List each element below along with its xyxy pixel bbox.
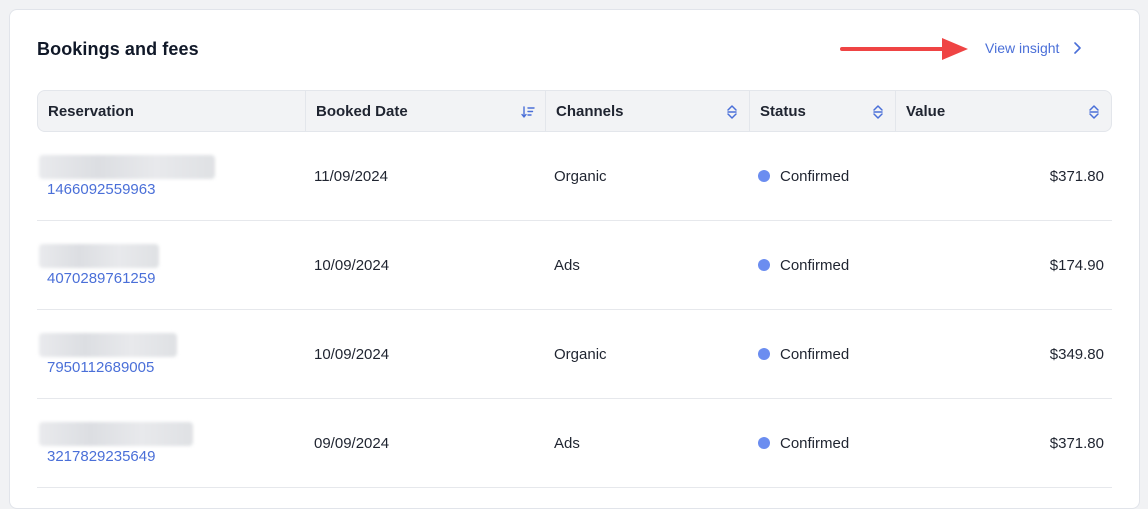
sort-descending-icon[interactable] bbox=[521, 104, 535, 120]
status-label: Confirmed bbox=[780, 256, 850, 274]
column-header-channels[interactable]: Channels bbox=[545, 91, 749, 131]
view-insight-label: View insight bbox=[985, 40, 1060, 56]
table-row[interactable]: 3217829235649 09/09/2024 Ads Confirmed $… bbox=[37, 399, 1112, 488]
status-dot-icon bbox=[758, 437, 770, 449]
status-cell: Confirmed bbox=[748, 132, 894, 220]
value-cell: $174.90 bbox=[1049, 256, 1104, 274]
status-label: Confirmed bbox=[780, 434, 850, 452]
bookings-card: Bookings and fees View insight Reservati… bbox=[9, 9, 1140, 509]
reservation-id-link[interactable]: 1466092559963 bbox=[47, 181, 155, 198]
chevron-right-icon bbox=[1074, 42, 1082, 54]
table-row[interactable]: 7950112689005 10/09/2024 Organic Confirm… bbox=[37, 310, 1112, 399]
status-label: Confirmed bbox=[780, 167, 850, 185]
bookings-table: Reservation Booked Date Channels Status … bbox=[37, 90, 1112, 488]
channel-cell: Ads bbox=[554, 256, 580, 274]
status-cell: Confirmed bbox=[748, 310, 894, 398]
channel-cell: Organic bbox=[554, 345, 607, 363]
status-dot-icon bbox=[758, 348, 770, 360]
value-cell: $371.80 bbox=[1049, 434, 1104, 452]
value-cell: $371.80 bbox=[1049, 167, 1104, 185]
blurred-guest-name bbox=[39, 243, 159, 268]
sort-updown-icon[interactable] bbox=[1087, 104, 1101, 120]
reservation-cell: 1466092559963 bbox=[37, 132, 304, 220]
blurred-guest-name bbox=[39, 154, 215, 179]
status-cell: Confirmed bbox=[748, 221, 894, 309]
booked-date-cell: 10/09/2024 bbox=[314, 345, 390, 363]
column-header-booked-date[interactable]: Booked Date bbox=[305, 91, 545, 131]
annotation-arrow-icon bbox=[840, 38, 968, 60]
blurred-guest-name bbox=[39, 421, 193, 446]
value-cell: $349.80 bbox=[1049, 345, 1104, 363]
column-label: Booked Date bbox=[316, 102, 408, 120]
booked-date-cell: 11/09/2024 bbox=[314, 167, 388, 185]
column-label: Channels bbox=[556, 102, 624, 120]
reservation-id-link[interactable]: 3217829235649 bbox=[47, 448, 155, 465]
status-dot-icon bbox=[758, 170, 770, 182]
reservation-cell: 4070289761259 bbox=[37, 221, 304, 309]
card-title: Bookings and fees bbox=[37, 39, 199, 59]
reservation-id-link[interactable]: 4070289761259 bbox=[47, 270, 155, 287]
view-insight-link[interactable]: View insight bbox=[985, 40, 1082, 56]
column-label: Reservation bbox=[48, 102, 134, 120]
column-header-reservation[interactable]: Reservation bbox=[38, 91, 305, 131]
reservation-cell: 3217829235649 bbox=[37, 399, 304, 487]
table-row[interactable]: 4070289761259 10/09/2024 Ads Confirmed $… bbox=[37, 221, 1112, 310]
reservation-id-link[interactable]: 7950112689005 bbox=[47, 359, 154, 376]
column-label: Status bbox=[760, 102, 806, 120]
booked-date-cell: 10/09/2024 bbox=[314, 256, 390, 274]
sort-updown-icon[interactable] bbox=[871, 104, 885, 120]
sort-updown-icon[interactable] bbox=[725, 104, 739, 120]
booked-date-cell: 09/09/2024 bbox=[314, 434, 390, 452]
table-header: Reservation Booked Date Channels Status … bbox=[37, 90, 1112, 132]
blurred-guest-name bbox=[39, 332, 177, 357]
column-header-status[interactable]: Status bbox=[749, 91, 895, 131]
table-row[interactable]: 1466092559963 11/09/2024 Organic Confirm… bbox=[37, 132, 1112, 221]
status-label: Confirmed bbox=[780, 345, 850, 363]
status-cell: Confirmed bbox=[748, 399, 894, 487]
status-dot-icon bbox=[758, 259, 770, 271]
channel-cell: Organic bbox=[554, 167, 607, 185]
channel-cell: Ads bbox=[554, 434, 580, 452]
column-label: Value bbox=[906, 102, 946, 120]
reservation-cell: 7950112689005 bbox=[37, 310, 304, 398]
column-header-value[interactable]: Value bbox=[895, 91, 1111, 131]
